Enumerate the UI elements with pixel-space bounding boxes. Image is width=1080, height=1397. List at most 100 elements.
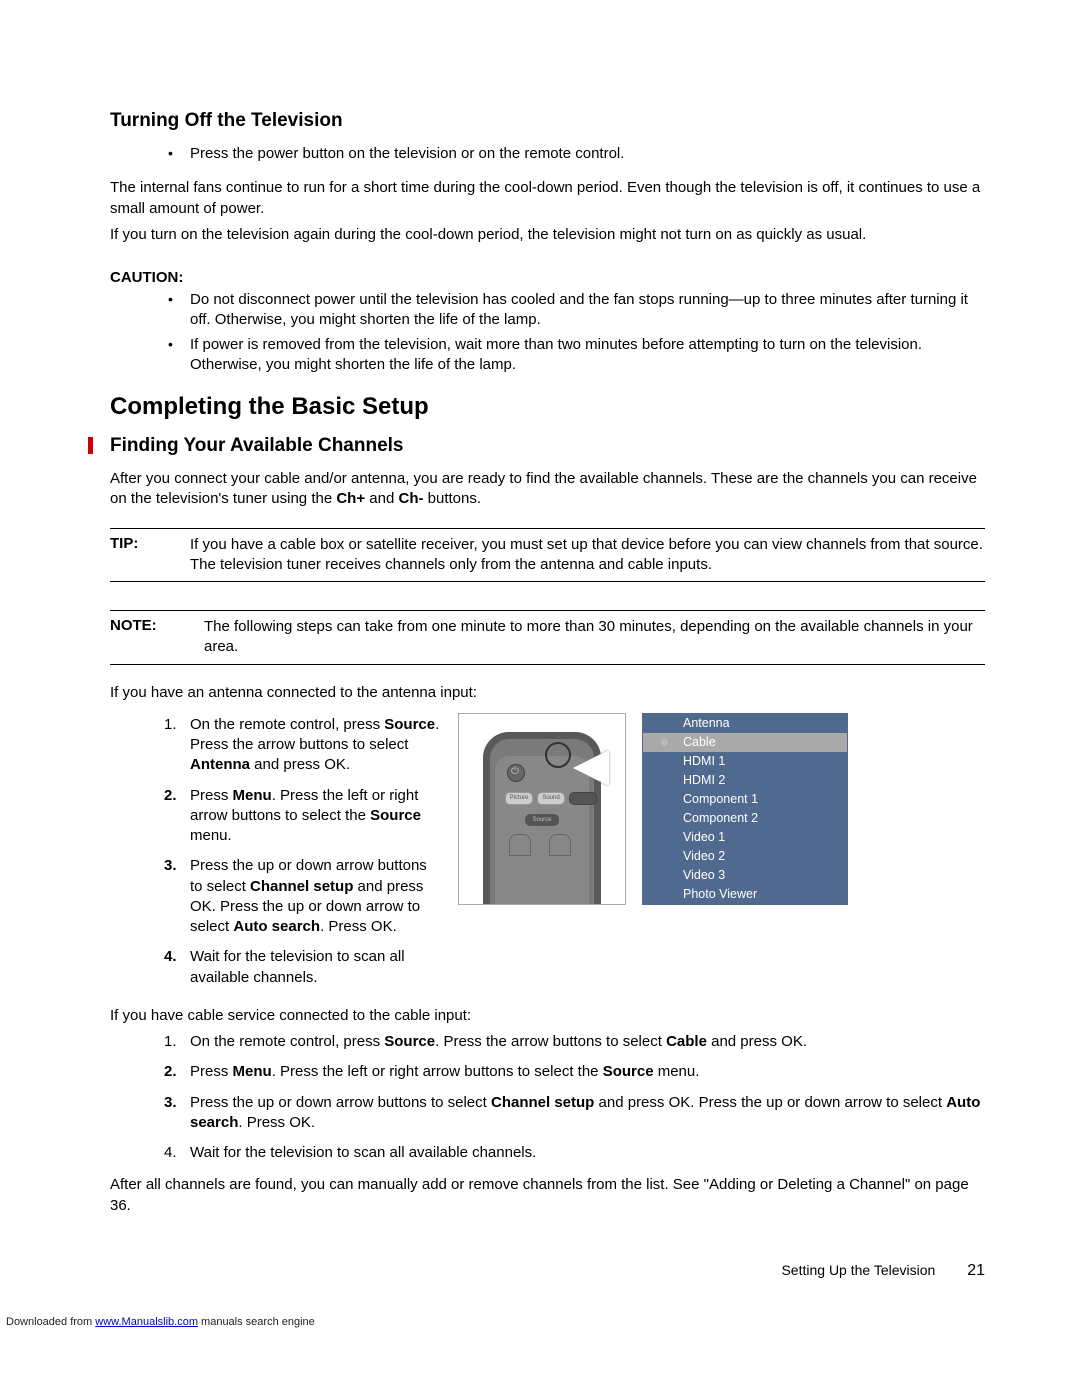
cursor-arrow-icon	[573, 750, 609, 786]
text-bold: Cable	[666, 1033, 707, 1050]
menu-row: Video 3	[643, 866, 847, 885]
text: menu.	[190, 827, 232, 844]
paragraph: After all channels are found, you can ma…	[110, 1175, 985, 1216]
page-footer: Setting Up the Television 21	[781, 1262, 985, 1280]
list-item: 3. Press the up or down arrow buttons to…	[164, 1093, 985, 1134]
menu-row-selected: Cable	[643, 733, 847, 752]
list-item: If power is removed from the television,…	[164, 335, 985, 376]
remote-button: Sound	[537, 792, 565, 805]
manualslib-link[interactable]: www.Manualslib.com	[95, 1316, 198, 1328]
text: Downloaded from	[6, 1316, 95, 1328]
text-bold: Antenna	[190, 756, 250, 773]
text-bold: Channel setup	[491, 1094, 594, 1111]
paragraph: After you connect your cable and/or ante…	[110, 469, 985, 510]
note-text: The following steps can take from one mi…	[204, 617, 985, 658]
text-bold: Source	[384, 1033, 435, 1050]
menu-row: HDMI 1	[643, 752, 847, 771]
text: After you connect your cable and/or ante…	[110, 470, 977, 507]
remote-control-illustration: Picture Sound Source	[458, 713, 626, 905]
text-bold: Source	[603, 1063, 654, 1080]
list-item: 2. Press Menu. Press the left or right a…	[164, 1062, 985, 1082]
text: and press OK. Press the up or down arrow…	[594, 1094, 946, 1111]
text: On the remote control, press	[190, 1033, 384, 1050]
text-bold: Auto search	[233, 918, 320, 935]
text: . Press the arrow buttons to select	[435, 1033, 666, 1050]
text: and press OK.	[707, 1033, 807, 1050]
menu-row: Component 1	[643, 790, 847, 809]
text: . Press OK.	[238, 1114, 315, 1131]
remote-button: Picture	[505, 792, 533, 805]
footer-section-text: Setting Up the Television	[781, 1262, 935, 1278]
heading-finding-channels: Finding Your Available Channels	[110, 435, 985, 457]
heading-completing-setup: Completing the Basic Setup	[110, 393, 985, 421]
text: Press	[190, 1063, 233, 1080]
text: Press	[190, 787, 233, 804]
dpad-icon	[509, 834, 531, 856]
list-item: 2. Press Menu. Press the left or right a…	[164, 786, 440, 847]
caution-block: CAUTION: Do not disconnect power until t…	[110, 269, 985, 375]
menu-label: HDMI 1	[683, 754, 725, 768]
paragraph: If you turn on the television again duri…	[110, 225, 985, 245]
menu-label: Component 2	[683, 811, 758, 825]
list-item: Press the power button on the television…	[164, 144, 985, 164]
page-number: 21	[967, 1262, 985, 1279]
cable-lead-text: If you have cable service connected to t…	[110, 1006, 985, 1026]
paragraph: The internal fans continue to run for a …	[110, 178, 985, 219]
list-item: Do not disconnect power until the televi…	[164, 290, 985, 331]
antenna-lead-text: If you have an antenna connected to the …	[110, 683, 985, 703]
text: manuals search engine	[198, 1316, 315, 1328]
text: menu.	[654, 1063, 700, 1080]
text-bold: Channel setup	[250, 878, 353, 895]
text: On the remote control, press	[190, 716, 384, 733]
list-item: 1. On the remote control, press Source. …	[164, 715, 440, 776]
text-bold: Menu	[233, 787, 272, 804]
list-item: 4. Wait for the television to scan all a…	[164, 1143, 985, 1163]
menu-label: Antenna	[683, 716, 730, 730]
tip-label: TIP:	[110, 535, 190, 552]
menu-row: Video 1	[643, 828, 847, 847]
menu-row: Antenna	[643, 714, 847, 733]
menu-label: Photo Viewer	[683, 887, 757, 901]
tip-box: TIP: If you have a cable box or satellit…	[110, 528, 985, 583]
menu-label: Video 2	[683, 849, 725, 863]
selection-dot-icon	[661, 739, 668, 746]
menu-row: Photo Viewer	[643, 885, 847, 904]
menu-label: Cable	[683, 735, 716, 749]
text: Press the up or down arrow buttons to se…	[190, 1094, 491, 1111]
menu-row: Component 2	[643, 809, 847, 828]
text-bold: Source	[370, 807, 421, 824]
menu-label: HDMI 2	[683, 773, 725, 787]
text: Wait for the television to scan all avai…	[190, 1144, 536, 1161]
text: and	[365, 490, 398, 507]
text: . Press OK.	[320, 918, 397, 935]
menu-row: HDMI 2	[643, 771, 847, 790]
text-bold: Ch+	[336, 490, 365, 507]
list-item: 4. Wait for the television to scan all a…	[164, 947, 440, 988]
heading-turning-off: Turning Off the Television	[110, 110, 985, 132]
highlight-circle-icon	[545, 742, 571, 768]
power-off-list: Press the power button on the television…	[110, 144, 985, 164]
dpad-icon	[549, 834, 571, 856]
source-menu-illustration: Antenna Cable HDMI 1 HDMI 2 Component 1 …	[642, 713, 848, 905]
remote-button	[569, 792, 597, 805]
power-icon	[507, 764, 525, 782]
text: buttons.	[423, 490, 481, 507]
antenna-steps-list: 1. On the remote control, press Source. …	[110, 715, 440, 988]
list-item: 1. On the remote control, press Source. …	[164, 1032, 985, 1052]
text: . Press the left or right arrow buttons …	[272, 1063, 603, 1080]
tip-text: If you have a cable box or satellite rec…	[190, 535, 985, 576]
note-box: NOTE: The following steps can take from …	[110, 610, 985, 665]
antenna-steps-row: 1. On the remote control, press Source. …	[110, 709, 985, 1000]
menu-row: Video 2	[643, 847, 847, 866]
text: Wait for the television to scan all avai…	[190, 948, 405, 985]
menu-label: Video 1	[683, 830, 725, 844]
heading-text: Finding Your Available Channels	[110, 435, 404, 456]
caution-label: CAUTION:	[110, 269, 985, 286]
menu-label: Video 3	[683, 868, 725, 882]
download-source-line: Downloaded from www.Manualslib.com manua…	[6, 1316, 315, 1328]
text-bold: Menu	[233, 1063, 272, 1080]
cable-steps-list: 1. On the remote control, press Source. …	[110, 1032, 985, 1163]
note-label: NOTE:	[110, 617, 204, 634]
menu-label: Component 1	[683, 792, 758, 806]
text-bold: Source	[384, 716, 435, 733]
